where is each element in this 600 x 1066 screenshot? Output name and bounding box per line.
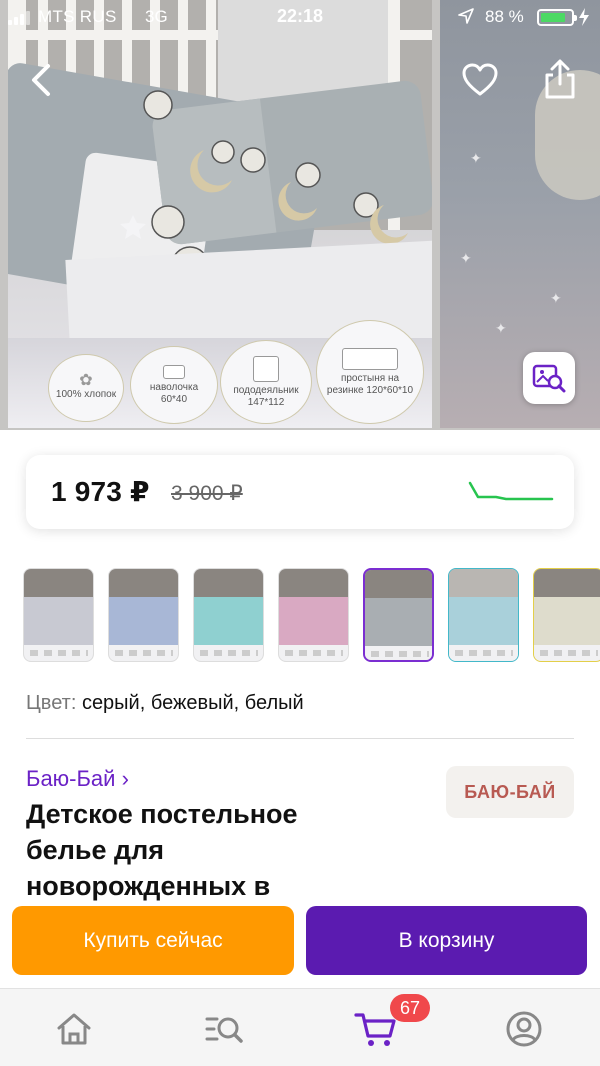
current-price: 1 973 ₽ bbox=[51, 476, 150, 507]
divider bbox=[26, 738, 574, 739]
product-title: Детское постельное белье для новорожденн… bbox=[26, 796, 426, 904]
badge-label: 100% хлопок bbox=[55, 389, 117, 400]
product-title-line: новорожденных в bbox=[26, 871, 271, 901]
product-title-line: Детское постельное bbox=[26, 799, 298, 829]
product-photo-main[interactable]: ✿ 100% хлопок наволочка 60*40 пододеяльн… bbox=[8, 0, 432, 428]
color-variant-thumb[interactable] bbox=[193, 568, 264, 662]
color-variant-thumb-selected[interactable] bbox=[363, 568, 434, 662]
battery-icon bbox=[537, 9, 577, 26]
brand-logo[interactable]: БАЮ-БАЙ bbox=[446, 766, 574, 818]
brand-link[interactable]: Баю-Бай › bbox=[26, 766, 129, 792]
product-image-gallery[interactable]: ✿ 100% хлопок наволочка 60*40 пододеяльн… bbox=[0, 0, 600, 430]
badge-label: простыня на резинке 120*60*10 bbox=[326, 372, 414, 396]
badge-pillowcase: наволочка 60*40 bbox=[130, 346, 218, 424]
color-variant-thumb[interactable] bbox=[533, 568, 600, 662]
pillowcase-icon bbox=[163, 364, 185, 379]
status-bar: MTS RUS 3G 22:18 88 % bbox=[0, 0, 600, 34]
badge-label: наволочка 60*40 bbox=[149, 381, 199, 405]
fitted-sheet-icon bbox=[342, 347, 398, 370]
old-price: 3 900 ₽ bbox=[171, 482, 243, 505]
star-decoration: ✦ bbox=[550, 290, 562, 306]
color-variant-thumb[interactable] bbox=[108, 568, 179, 662]
profile-icon[interactable] bbox=[504, 1009, 544, 1049]
battery-percent: 88 % bbox=[485, 7, 524, 26]
product-title-line: белье для bbox=[26, 835, 165, 865]
charging-bolt-icon bbox=[579, 8, 589, 26]
catalog-search-icon[interactable] bbox=[204, 1009, 244, 1049]
cart-count-badge: 67 bbox=[390, 994, 431, 1022]
badge-fitted-sheet: простыня на резинке 120*60*10 bbox=[316, 320, 424, 424]
color-variants-strip[interactable] bbox=[23, 568, 600, 664]
star-decoration: ✦ bbox=[460, 250, 472, 266]
buy-now-button[interactable]: Купить сейчас bbox=[12, 906, 294, 975]
heart-icon[interactable] bbox=[460, 60, 500, 100]
color-info: Цвет: серый, бежевый, белый bbox=[26, 692, 304, 715]
color-variant-thumb[interactable] bbox=[23, 568, 94, 662]
color-value: серый, бежевый, белый bbox=[81, 692, 304, 714]
location-arrow-icon bbox=[458, 8, 474, 24]
product-screen: ✿ 100% хлопок наволочка 60*40 пододеяльн… bbox=[0, 0, 600, 1066]
home-icon[interactable] bbox=[54, 1009, 94, 1049]
cotton-icon: ✿ bbox=[79, 372, 93, 389]
share-icon[interactable] bbox=[540, 58, 580, 100]
color-label: Цвет: bbox=[26, 692, 77, 714]
star-decoration: ✦ bbox=[495, 320, 507, 336]
duvet-cover-icon bbox=[253, 355, 279, 382]
badge-label: пододеяльник 147*112 bbox=[233, 384, 299, 408]
badge-duvet-cover: пододеяльник 147*112 bbox=[220, 340, 312, 424]
badge-cotton: ✿ 100% хлопок bbox=[48, 354, 124, 422]
color-variant-thumb[interactable] bbox=[278, 568, 349, 662]
price-card: 1 973 ₽ 3 900 ₽ bbox=[26, 455, 574, 529]
image-search-button[interactable] bbox=[523, 352, 575, 404]
back-arrow-icon[interactable] bbox=[24, 60, 58, 100]
star-decoration: ✦ bbox=[470, 150, 482, 166]
price-history-chart-icon[interactable] bbox=[466, 479, 556, 505]
bottom-tab-bar bbox=[0, 988, 600, 1066]
color-variant-thumb[interactable] bbox=[448, 568, 519, 662]
add-to-cart-button[interactable]: В корзину bbox=[306, 906, 587, 975]
image-search-icon bbox=[532, 364, 566, 393]
